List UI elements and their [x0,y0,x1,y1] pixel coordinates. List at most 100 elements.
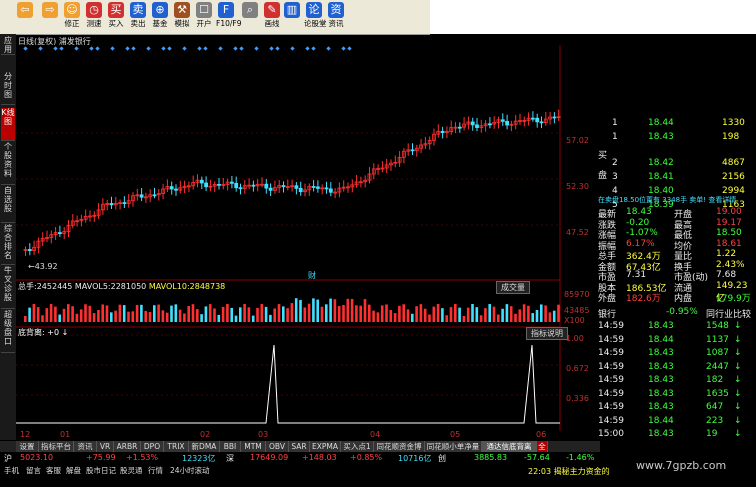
simulate-icon: ⚒ [174,2,190,18]
volume-button[interactable]: 成交量 [496,281,530,294]
toolbar-button-2[interactable]: ☺ 修正 [62,2,82,33]
left-tab-5[interactable]: 综合排名 [1,224,15,265]
indicator-tab-11[interactable]: SAR [289,441,310,452]
indicator-tab-3[interactable]: VR [97,441,114,452]
indicator-tab-8[interactable]: BBI [220,441,241,452]
toolbar-button-10[interactable]: ⌕ [240,2,260,33]
x-axis-label-2: 02 [200,430,211,439]
candle-body [311,186,316,188]
toolbar-button-7[interactable]: ⚒ 模拟 [172,2,192,33]
bottom-link-3[interactable]: 解盘 [66,465,81,476]
volume-bar [153,305,156,322]
toolbar-button-3[interactable]: ◷ 测速 [84,2,104,33]
volume-bar [389,310,393,322]
indicator-tab-14[interactable]: 同花顺资金博弈 [374,441,425,462]
toolbar-button-14[interactable]: 资资讯 [326,2,346,33]
stat-value: 1.22 [716,249,737,259]
indicator-tab-6[interactable]: TRIX [164,441,189,452]
left-tab-7[interactable]: 超级盘口 [1,310,15,353]
indicator-tab-4[interactable]: ARBR [114,441,141,452]
volume-bar [183,313,186,322]
toolbar-button-4[interactable]: 买买入 [106,2,126,33]
x-axis-label-0: 12 [20,430,31,439]
volume-bar [92,313,96,322]
left-tab-6[interactable]: 牛叉诊股 [1,266,15,309]
volume-bar [88,305,92,322]
indicator-tab-2[interactable]: 资讯 [74,441,97,452]
stat-label: 内盘 [674,294,693,304]
indicator-tab-15[interactable]: 同花顺小单净量 [425,441,482,452]
fund-icon: ⊕ [152,2,168,18]
toolbar-button-0[interactable]: ⇦ [15,2,35,33]
volume-bar [140,304,143,322]
indicator-tab-0[interactable]: 设置 [16,441,39,452]
toolbar-button-13[interactable]: 论论股堂 [304,2,327,33]
indicator-help-button[interactable]: 指标说明 [526,327,568,340]
volume-bar [79,309,83,322]
left-tab-2[interactable]: K线图 [1,108,15,141]
bottom-link-0[interactable]: 手机 [4,465,19,476]
stat-value: 2.43% [716,259,745,270]
indicator-tab-7[interactable]: 新DMA [189,441,220,452]
indicator-tab-5[interactable]: DPO [141,441,164,452]
toolbar-button-5[interactable]: 卖卖出 [128,2,148,33]
toolbar-button-8[interactable]: ☐ 开户 [194,2,214,33]
speedtest-icon: ◷ [86,2,102,18]
volume-bar [105,305,109,322]
stat-value: -1.07% [626,228,658,238]
volume-bar [492,306,496,322]
volume-bar [178,309,182,322]
stat-value: -0.20 [626,217,650,228]
candle-body [139,194,144,198]
indicator-tab-1[interactable]: 指标平台 [39,441,74,452]
candle-body [174,188,178,191]
left-tab-4[interactable]: 自选股 [1,186,15,223]
sell-alert-info[interactable]: 在卖盘18.50位置有 3348手 卖单! 查看详情 [598,195,736,205]
volume-bar [415,306,418,322]
news-ticker[interactable]: 22:03 揭秘主力资金的 [528,466,610,477]
bottom-link-5[interactable]: 股灵通 [120,465,143,476]
toolbar-button-1[interactable]: ⇨ [40,2,60,33]
volume-bar [131,311,135,322]
bottom-link-2[interactable]: 客服 [46,465,61,476]
x-axis-label-3: 03 [258,430,269,439]
kline-chart[interactable] [16,45,596,441]
left-tab-0[interactable]: 应用 [1,36,15,55]
left-tab-3[interactable]: 个股资料 [1,142,15,185]
toolbar-button-12[interactable]: ▥ [282,2,302,33]
industry-compare-link[interactable]: 同行业比较 [706,307,751,320]
indicator-tab-12[interactable]: EXPMA [310,441,341,452]
indicator-tab-17[interactable]: 全 [537,441,548,452]
bottom-link-1[interactable]: 留言 [26,465,41,476]
toolbar-label: 画线 [264,19,280,28]
bottom-link-6[interactable]: 行情 [148,465,163,476]
volume-bar [428,314,431,322]
bottom-link-4[interactable]: 股市日记 [86,465,116,476]
volume-bar [251,315,255,322]
volume-bar [282,306,285,322]
volume-bar [49,304,53,322]
buy-price: 18.41 [648,172,674,182]
volume-bar [307,303,311,322]
volume-bar [101,304,104,322]
indicator-tab-9[interactable]: MTM [241,441,266,452]
watermark: www.7gpzb.com [636,459,727,472]
tick-time: 14:59 [598,321,624,331]
indicator-tab-16[interactable]: 通达信底背离 [482,441,537,452]
candle-body [234,182,239,189]
toolbar: ⇦ ⇨ ☺ 修正 ◷ 测速买买入卖卖出 ⊕ 基金 ⚒ 模拟 ☐ 开户 F F10/F9 ⌕ ✎ 画线 ▥ 论论股堂资… [0,0,430,35]
volume-bar [548,312,552,322]
indicator-tab-13[interactable]: 买入点1 [341,441,374,452]
indicator-tab-10[interactable]: OBV [266,441,289,452]
volume-bar [161,310,165,322]
toolbar-button-9[interactable]: F F10/F9 [216,2,241,33]
bottom-link-7[interactable]: 24小时滚动 [170,465,210,476]
candle-body [457,126,462,129]
x-axis-label-1: 01 [60,430,71,439]
tick-price: 18.43 [648,375,674,385]
toolbar-button-11[interactable]: ✎ 画线 [262,2,282,33]
cai-marker[interactable]: 财 [308,270,316,281]
toolbar-button-6[interactable]: ⊕ 基金 [150,2,170,33]
volume-bar [423,308,427,322]
left-tab-1[interactable]: 分时图 [1,72,15,105]
